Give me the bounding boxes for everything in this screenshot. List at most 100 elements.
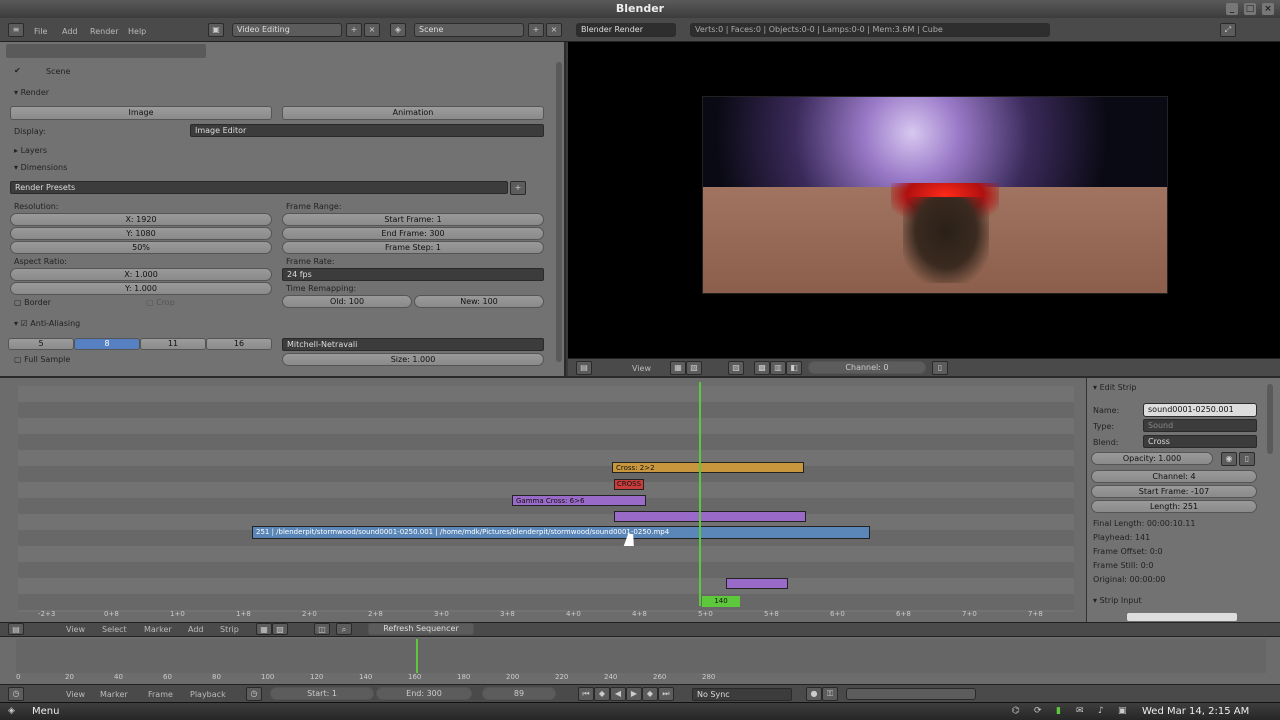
time-old-field[interactable]: Old: 100 xyxy=(282,295,412,308)
tl-menu-marker[interactable]: Marker xyxy=(100,690,128,699)
layers-panel-header[interactable]: ▸ Layers xyxy=(14,146,47,155)
properties-context-tabs[interactable] xyxy=(6,44,206,58)
render-animation-button[interactable]: Animation xyxy=(282,106,544,120)
jump-start-icon[interactable]: ⏮ xyxy=(578,687,594,701)
next-keyframe-icon[interactable]: ◆ xyxy=(642,687,658,701)
scene-checkbox-icon[interactable]: ✔ xyxy=(14,66,21,75)
crop-checkbox[interactable]: ▢ Crop xyxy=(146,298,175,307)
preview-view-menu[interactable]: View xyxy=(632,364,651,373)
lock-icon[interactable]: ▯ xyxy=(932,361,948,375)
volume-icon[interactable]: ♪ xyxy=(1098,706,1104,716)
zoom-icon[interactable]: ⌕ xyxy=(336,623,352,635)
display-mode-icon[interactable]: ▧ xyxy=(686,361,702,375)
remove-screen-icon[interactable]: × xyxy=(364,23,380,37)
dimensions-panel-header[interactable]: ▾ Dimensions xyxy=(14,163,67,172)
keying-set-field[interactable] xyxy=(846,688,976,700)
frame-step-field[interactable]: Frame Step: 1 xyxy=(282,241,544,254)
strip-opacity-field[interactable]: Opacity: 1.000 xyxy=(1091,452,1213,465)
sync-mode-select[interactable]: No Sync xyxy=(692,688,792,701)
strip-input-header[interactable]: ▾ Strip Input xyxy=(1093,596,1142,605)
prev-keyframe-icon[interactable]: ◆ xyxy=(594,687,610,701)
properties-scrollbar[interactable] xyxy=(556,62,562,362)
add-screen-icon[interactable]: + xyxy=(346,23,362,37)
strip-sound-selected[interactable]: 251 | /blenderpit/stormwood/sound0001-02… xyxy=(252,526,870,539)
editor-type-icon[interactable]: ≡ xyxy=(8,23,24,37)
add-preset-icon[interactable]: + xyxy=(510,181,526,195)
aa-filter-select[interactable]: Mitchell-Netravali xyxy=(282,338,544,351)
aa-option-8[interactable]: 8 xyxy=(74,338,140,350)
menu-render[interactable]: Render xyxy=(90,27,118,36)
aspect-x-field[interactable]: X: 1.000 xyxy=(10,268,272,281)
strip-short-purple[interactable] xyxy=(726,578,788,589)
strip-lock-icon[interactable]: ▯ xyxy=(1239,452,1255,466)
timeline-editor-type-icon[interactable]: ◷ xyxy=(8,687,24,701)
menu-add[interactable]: Add xyxy=(62,27,78,36)
strip-channel-field[interactable]: Channel: 4 xyxy=(1091,470,1257,483)
scene-icon[interactable]: ◈ xyxy=(390,23,406,37)
aspect-y-field[interactable]: Y: 1.000 xyxy=(10,282,272,295)
strip-panel-scrollbar[interactable] xyxy=(1267,384,1273,454)
preview-range-icon[interactable]: ◷ xyxy=(246,687,262,701)
play-icon[interactable]: ▶ xyxy=(626,687,642,701)
resolution-percent-slider[interactable]: 50% xyxy=(10,241,272,254)
start-menu-icon[interactable]: ◈ xyxy=(8,706,15,716)
preview-view-icon[interactable]: ▧ xyxy=(272,623,288,635)
full-sample-checkbox[interactable]: ▢ Full Sample xyxy=(14,355,70,364)
start-menu-button[interactable]: Menu xyxy=(32,706,59,717)
strip-length-field[interactable]: Length: 251 xyxy=(1091,500,1257,513)
strip-cross-effect[interactable]: Cross: 2>2 xyxy=(612,462,804,473)
render-panel-header[interactable]: ▾ Render xyxy=(14,88,49,97)
frame-rate-select[interactable]: 24 fps xyxy=(282,268,544,281)
remove-scene-icon[interactable]: × xyxy=(546,23,562,37)
jump-end-icon[interactable]: ⏭ xyxy=(658,687,674,701)
render-image-button[interactable]: Image xyxy=(10,106,272,120)
tl-menu-view[interactable]: View xyxy=(66,690,85,699)
display-select[interactable]: Image Editor xyxy=(190,124,544,137)
add-scene-icon[interactable]: + xyxy=(528,23,544,37)
aa-option-5[interactable]: 5 xyxy=(8,338,74,350)
filter-size-field[interactable]: Size: 1.000 xyxy=(282,353,544,366)
update-icon[interactable]: ⟳ xyxy=(1034,706,1042,716)
overlay-icon[interactable]: ▩ xyxy=(754,361,770,375)
preview-channel-field[interactable]: Channel: 0 xyxy=(808,361,926,374)
menu-help[interactable]: Help xyxy=(128,27,146,36)
safe-margin-icon[interactable]: ▥ xyxy=(770,361,786,375)
scene-field[interactable]: Scene xyxy=(414,23,524,37)
timeline-start-field[interactable]: Start: 1 xyxy=(270,687,374,700)
tl-menu-frame[interactable]: Frame xyxy=(148,690,173,699)
tray-icon[interactable]: ✉ xyxy=(1076,706,1084,716)
strip-cross-small[interactable]: CROSS xyxy=(614,479,644,490)
maximize-button[interactable]: □ xyxy=(1244,3,1256,15)
fullscreen-icon[interactable]: ⤢ xyxy=(1220,23,1236,37)
preview-editor-type-icon[interactable]: ▤ xyxy=(576,361,592,375)
current-frame-field[interactable]: 89 xyxy=(482,687,556,700)
minimize-button[interactable]: _ xyxy=(1226,3,1238,15)
resolution-x-field[interactable]: X: 1920 xyxy=(10,213,272,226)
refresh-sequencer-button[interactable]: Refresh Sequencer xyxy=(368,623,474,635)
sequencer-view-icon[interactable]: ▦ xyxy=(256,623,272,635)
strip-gamma-cross[interactable]: Gamma Cross: 6>6 xyxy=(512,495,646,506)
close-button[interactable]: × xyxy=(1262,3,1274,15)
seq-menu-marker[interactable]: Marker xyxy=(144,625,172,634)
network-icon[interactable]: ⌬ xyxy=(1012,706,1020,716)
tl-menu-playback[interactable]: Playback xyxy=(190,690,226,699)
histogram-icon[interactable]: ◧ xyxy=(786,361,802,375)
edit-strip-header[interactable]: ▾ Edit Strip xyxy=(1093,383,1136,392)
timeline-playhead[interactable] xyxy=(416,639,418,673)
seq-menu-select[interactable]: Select xyxy=(102,625,127,634)
play-reverse-icon[interactable]: ◀ xyxy=(610,687,626,701)
screen-layout-field[interactable]: Video Editing xyxy=(232,23,342,37)
battery-icon[interactable]: ▮ xyxy=(1056,706,1061,716)
scopes-icon[interactable]: ▨ xyxy=(728,361,744,375)
aa-option-11[interactable]: 11 xyxy=(140,338,206,350)
seq-menu-view[interactable]: View xyxy=(66,625,85,634)
strip-effect-purple[interactable] xyxy=(614,511,806,522)
menu-file[interactable]: File xyxy=(34,27,47,36)
anti-aliasing-panel-header[interactable]: ▾ ☑ Anti-Aliasing xyxy=(14,319,80,328)
end-frame-field[interactable]: End Frame: 300 xyxy=(282,227,544,240)
timeline-end-field[interactable]: End: 300 xyxy=(376,687,472,700)
sequencer-editor-type-icon[interactable]: ▤ xyxy=(8,623,24,635)
tray-app-icon[interactable]: ▣ xyxy=(1118,706,1127,716)
strip-blend-select[interactable]: Cross xyxy=(1143,435,1257,448)
aa-option-16[interactable]: 16 xyxy=(206,338,272,350)
